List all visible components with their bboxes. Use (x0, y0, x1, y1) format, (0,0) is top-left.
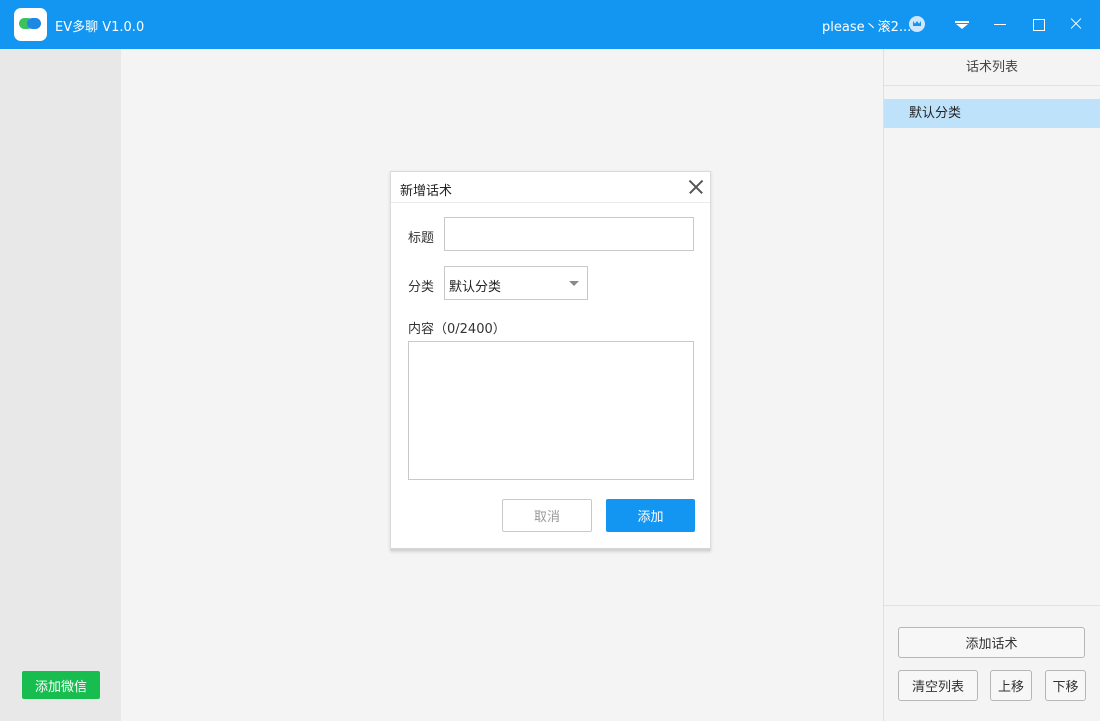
user-name[interactable]: please丶滚2... (822, 16, 911, 35)
add-button[interactable]: 添加 (606, 499, 695, 532)
dialog-divider (391, 548, 710, 551)
panel-title: 话术列表 (884, 49, 1100, 86)
crown-icon[interactable] (909, 16, 925, 32)
cancel-button[interactable]: 取消 (502, 499, 592, 532)
content-label: 内容（0/2400） (408, 322, 506, 337)
category-item-default[interactable]: 默认分类 (884, 99, 1100, 128)
category-select-value: 默认分类 (449, 280, 502, 295)
move-up-button[interactable]: 上移 (990, 670, 1032, 701)
close-icon[interactable] (687, 178, 705, 196)
script-list-panel: 话术列表 默认分类 添加话术 清空列表 上移 下移 (883, 49, 1100, 721)
title-label: 标题 (408, 231, 435, 246)
add-script-dialog: 新增话术 标题 分类 默认分类 内容（0/2400） 取消 添加 (390, 171, 711, 551)
category-select[interactable]: 默认分类 (444, 266, 588, 300)
dialog-header: 新增话术 (391, 172, 710, 203)
panel-footer: 添加话术 清空列表 上移 下移 (884, 605, 1100, 721)
app-logo-icon (14, 8, 47, 41)
chevron-down-icon (569, 281, 579, 286)
add-wechat-button[interactable]: 添加微信 (22, 671, 100, 699)
category-label: 分类 (408, 280, 435, 295)
app-title: EV多聊 V1.0.0 (55, 20, 145, 35)
menu-icon[interactable] (950, 12, 974, 36)
clear-list-button[interactable]: 清空列表 (898, 670, 978, 701)
add-script-button[interactable]: 添加话术 (898, 627, 1085, 658)
maximize-icon[interactable] (1026, 12, 1050, 36)
account-sidebar: 添加微信 (0, 49, 121, 721)
close-icon[interactable] (1064, 12, 1088, 36)
move-down-button[interactable]: 下移 (1045, 670, 1086, 701)
content-textarea[interactable] (408, 341, 694, 480)
title-input[interactable] (444, 217, 694, 251)
minimize-icon[interactable] (988, 12, 1012, 36)
dialog-title: 新增话术 (400, 184, 453, 199)
title-bar: EV多聊 V1.0.0 please丶滚2... (0, 0, 1100, 49)
